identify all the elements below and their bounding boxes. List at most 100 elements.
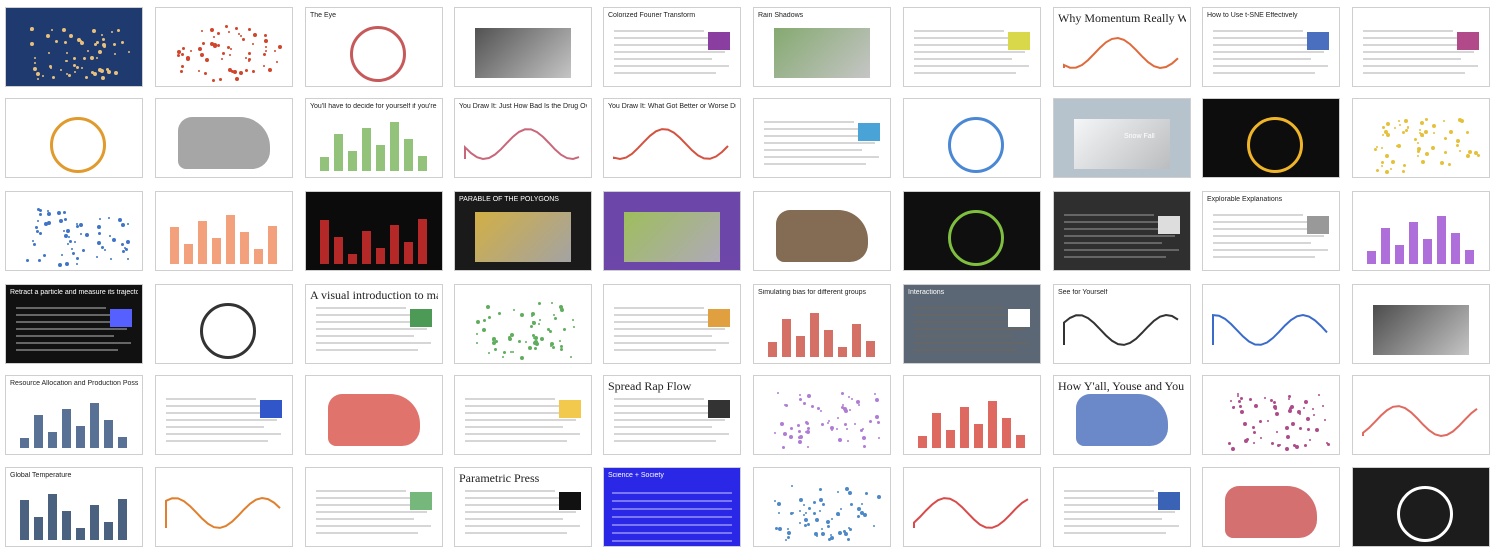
- thumbnail-card[interactable]: Rain Shadows: [753, 7, 891, 87]
- thumbnail-card[interactable]: [1352, 191, 1490, 271]
- thumbnail-card[interactable]: [603, 191, 741, 271]
- thumbnail-title: How Y'all, Youse and You Guys Talk: [1058, 380, 1186, 393]
- thumbnail-card[interactable]: [155, 375, 293, 455]
- thumbnail-card[interactable]: [1352, 467, 1490, 547]
- thumbnail-card[interactable]: [1202, 467, 1340, 547]
- thumbnail-card[interactable]: [1352, 98, 1490, 178]
- thumbnail-card[interactable]: [903, 98, 1041, 178]
- thumbnail-card[interactable]: Parametric Press: [454, 467, 592, 547]
- thumbnail-card[interactable]: You Draw It: What Got Better or Worse Du…: [603, 98, 741, 178]
- thumbnail-card[interactable]: Why Momentum Really Works: [1053, 7, 1191, 87]
- thumbnail-card[interactable]: [903, 467, 1041, 547]
- thumbnail-card[interactable]: How to Use t-SNE Effectively: [1202, 7, 1340, 87]
- thumbnail-preview: [6, 8, 142, 86]
- thumbnail-card[interactable]: Retract a particle and measure its traje…: [5, 284, 143, 364]
- thumbnail-card[interactable]: [753, 375, 891, 455]
- thumbnail-card[interactable]: Simulating bias for different groups: [753, 284, 891, 364]
- thumbnail-card[interactable]: [1202, 98, 1340, 178]
- thumbnail-card[interactable]: [5, 98, 143, 178]
- thumbnail-card[interactable]: [903, 191, 1041, 271]
- thumbnail-title: Spread Rap Flow: [608, 380, 692, 393]
- thumbnail-card[interactable]: PARABLE OF THE POLYGONS: [454, 191, 592, 271]
- thumbnail-card[interactable]: [454, 284, 592, 364]
- thumbnail-card[interactable]: [903, 7, 1041, 87]
- thumbnail-preview: [754, 99, 890, 177]
- thumbnail-card[interactable]: Spread Rap Flow: [603, 375, 741, 455]
- thumbnail-card[interactable]: [155, 191, 293, 271]
- thumbnail-card[interactable]: [305, 375, 443, 455]
- thumbnail-card[interactable]: You'll have to decide for yourself if yo…: [305, 98, 443, 178]
- thumbnail-preview: [904, 99, 1040, 177]
- thumbnail-card[interactable]: A visual introduction to machine learnin…: [305, 284, 443, 364]
- thumbnail-card[interactable]: [305, 467, 443, 547]
- thumbnail-preview: [1353, 8, 1489, 86]
- thumbnail-card[interactable]: [1202, 375, 1340, 455]
- thumbnail-preview: [455, 8, 591, 86]
- thumbnail-preview: [754, 192, 890, 270]
- thumbnail-preview: [156, 99, 292, 177]
- thumbnail-card[interactable]: [1352, 284, 1490, 364]
- thumbnail-card[interactable]: How Y'all, Youse and You Guys Talk: [1053, 375, 1191, 455]
- thumbnail-title: You Draw It: Just How Bad Is the Drug Ov…: [459, 103, 587, 110]
- thumbnail-preview: [455, 376, 591, 454]
- thumbnail-title: Parametric Press: [459, 472, 540, 485]
- thumbnail-preview: [904, 192, 1040, 270]
- thumbnail-card[interactable]: [753, 467, 891, 547]
- thumbnail-title: How to Use t-SNE Effectively: [1207, 12, 1298, 19]
- thumbnail-preview: [1203, 468, 1339, 546]
- thumbnail-card[interactable]: [1352, 7, 1490, 87]
- thumbnail-title: The Eye: [310, 12, 337, 19]
- thumbnail-card[interactable]: [155, 7, 293, 87]
- thumbnail-card[interactable]: [305, 191, 443, 271]
- thumbnail-preview: [1353, 468, 1489, 546]
- thumbnail-card[interactable]: [603, 284, 741, 364]
- thumbnail-card[interactable]: Explorable Explanations: [1202, 191, 1340, 271]
- thumbnail-card[interactable]: [753, 98, 891, 178]
- thumbnail-card[interactable]: [155, 284, 293, 364]
- thumbnail-card[interactable]: [155, 98, 293, 178]
- thumbnail-card[interactable]: Science + Society: [603, 467, 741, 547]
- thumbnail-card[interactable]: Colorized Fourier Transform: [603, 7, 741, 87]
- thumbnail-card[interactable]: [1053, 467, 1191, 547]
- thumbnail-title: See for Yourself: [1058, 289, 1108, 296]
- thumbnail-preview: [1353, 376, 1489, 454]
- thumbnail-preview: [156, 192, 292, 270]
- thumbnail-card[interactable]: [1352, 375, 1490, 455]
- thumbnail-preview: [754, 468, 890, 546]
- thumbnail-preview: [904, 8, 1040, 86]
- thumbnail-preview: [156, 8, 292, 86]
- thumbnail-title: Why Momentum Really Works: [1058, 12, 1186, 25]
- thumbnail-preview: [156, 376, 292, 454]
- thumbnail-preview: [306, 192, 442, 270]
- thumbnail-preview: [754, 376, 890, 454]
- thumbnail-card[interactable]: Interactions: [903, 284, 1041, 364]
- thumbnail-title: Retract a particle and measure its traje…: [10, 289, 138, 296]
- thumbnail-card[interactable]: [903, 375, 1041, 455]
- thumbnail-card[interactable]: [454, 375, 592, 455]
- thumbnail-card[interactable]: [155, 467, 293, 547]
- thumbnail-card[interactable]: You Draw It: Just How Bad Is the Drug Ov…: [454, 98, 592, 178]
- thumbnail-preview: [6, 192, 142, 270]
- thumbnail-card[interactable]: [753, 191, 891, 271]
- thumbnail-preview: [904, 376, 1040, 454]
- thumbnail-card[interactable]: Resource Allocation and Production Possi…: [5, 375, 143, 455]
- thumbnail-preview: [904, 468, 1040, 546]
- thumbnail-card[interactable]: [1053, 191, 1191, 271]
- thumbnail-card[interactable]: Snow Fall: [1053, 98, 1191, 178]
- thumbnail-card[interactable]: [5, 191, 143, 271]
- thumbnail-title: Snow Fall: [1124, 133, 1155, 140]
- thumbnail-card[interactable]: The Eye: [305, 7, 443, 87]
- thumbnail-preview: [1353, 285, 1489, 363]
- thumbnail-card[interactable]: [5, 7, 143, 87]
- thumbnail-preview: [6, 99, 142, 177]
- thumbnail-preview: [1353, 192, 1489, 270]
- thumbnail-card[interactable]: Global Temperature: [5, 467, 143, 547]
- thumbnail-title: Science + Society: [608, 472, 664, 479]
- thumbnail-preview: [1054, 192, 1190, 270]
- thumbnail-card[interactable]: [454, 7, 592, 87]
- thumbnail-preview: [1203, 99, 1339, 177]
- thumbnail-title: You Draw It: What Got Better or Worse Du…: [608, 103, 736, 110]
- thumbnail-preview: [604, 192, 740, 270]
- thumbnail-card[interactable]: [1202, 284, 1340, 364]
- thumbnail-card[interactable]: See for Yourself: [1053, 284, 1191, 364]
